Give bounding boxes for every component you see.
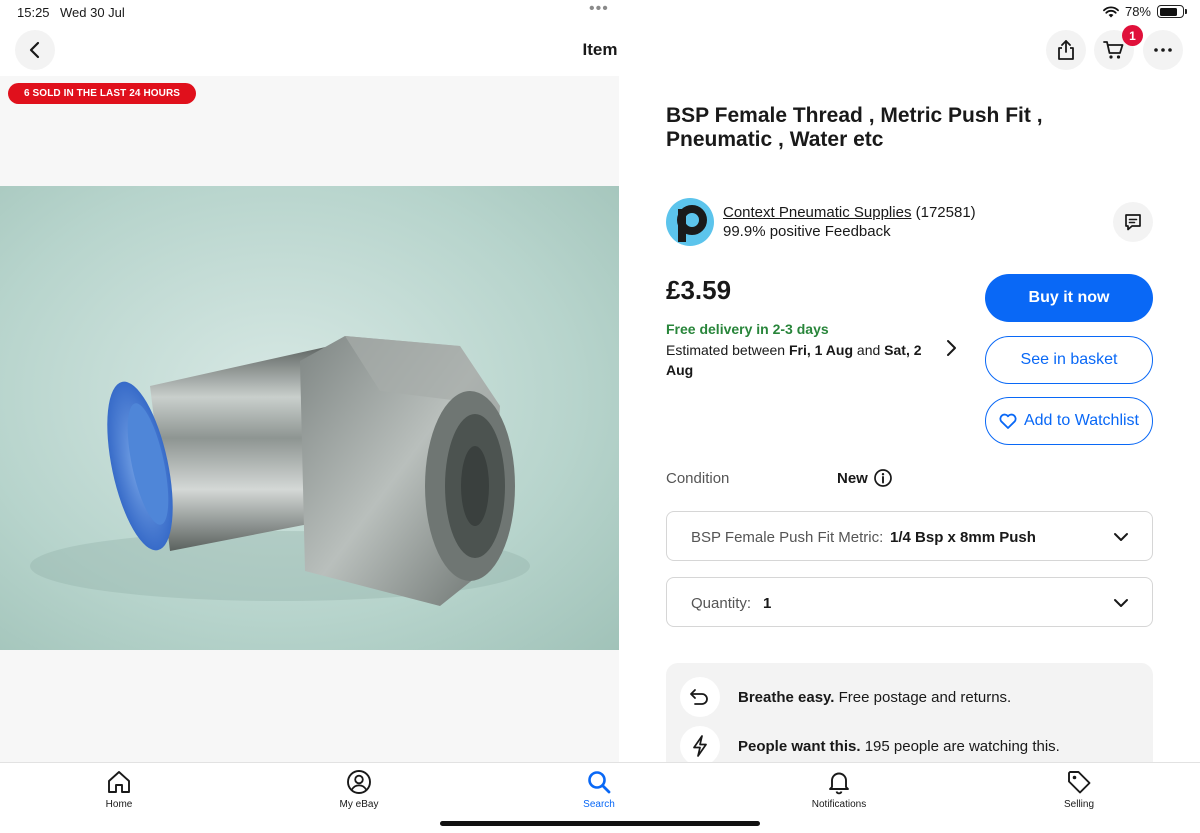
tab-label: Home xyxy=(105,799,133,810)
highlight-text: People want this. 195 people are watchin… xyxy=(738,738,1060,755)
seller-name-line: Context Pneumatic Supplies (172581) xyxy=(723,204,976,221)
chevron-down-icon xyxy=(1114,533,1128,541)
buy-it-now-button[interactable]: Buy it now xyxy=(985,274,1153,322)
highlight-text: Breathe easy. Free postage and returns. xyxy=(738,689,1011,706)
tab-label: Notifications xyxy=(811,799,867,810)
status-date: Wed 30 Jul xyxy=(60,5,125,20)
chevron-right-icon[interactable] xyxy=(944,338,958,358)
page-title: Item xyxy=(582,40,618,59)
more-icon xyxy=(1154,48,1172,52)
multitasking-dots-icon[interactable]: ••• xyxy=(589,0,609,18)
highlight-bold: People want this. xyxy=(738,737,861,755)
more-button[interactable] xyxy=(1143,30,1183,70)
item-details: BSP Female Thread , Metric Push Fit , Pn… xyxy=(620,76,1200,773)
see-in-basket-button[interactable]: See in basket xyxy=(985,336,1153,384)
contact-seller-button[interactable] xyxy=(1113,202,1153,242)
condition-label: Condition xyxy=(666,470,730,487)
seller-avatar[interactable] xyxy=(666,198,714,246)
tab-my-ebay[interactable]: My eBay xyxy=(299,769,419,810)
seller-rating-count: (172581) xyxy=(915,204,976,221)
share-icon xyxy=(1058,40,1074,60)
condition-value: New xyxy=(837,470,868,487)
return-arrow-icon xyxy=(680,677,720,717)
seller-feedback: 99.9% positive Feedback xyxy=(723,223,891,240)
variant-select[interactable]: BSP Female Push Fit Metric: 1/4 Bsp x 8m… xyxy=(666,511,1153,561)
variant-label: BSP Female Push Fit Metric: xyxy=(691,529,884,546)
item-price: £3.59 xyxy=(666,275,732,305)
tag-icon xyxy=(1068,771,1091,794)
delivery-prefix: Estimated between xyxy=(666,342,789,358)
highlight-bold: Breathe easy. xyxy=(738,688,835,706)
highlights-panel: Breathe easy. Free postage and returns. … xyxy=(666,663,1153,773)
user-icon xyxy=(347,770,371,794)
status-time: 15:25 xyxy=(17,5,50,20)
bell-icon xyxy=(829,772,849,795)
tab-notifications[interactable]: Notifications xyxy=(779,769,899,810)
highlight-row: Breathe easy. Free postage and returns. xyxy=(680,677,1011,717)
product-photo[interactable] xyxy=(0,186,619,650)
highlight-detail: Free postage and returns. xyxy=(834,688,1012,706)
search-icon xyxy=(588,771,611,794)
delivery-date-from: Fri, 1 Aug xyxy=(788,342,854,358)
status-right: 78% xyxy=(1103,4,1187,19)
tab-bar: Home My eBay Search Notifications Sellin… xyxy=(0,762,1200,833)
tab-label: My eBay xyxy=(339,799,379,810)
add-to-watchlist-button[interactable]: Add to Watchlist xyxy=(985,397,1153,445)
quantity-select[interactable]: Quantity: 1 xyxy=(666,577,1153,627)
share-button[interactable] xyxy=(1046,30,1086,70)
tab-home[interactable]: Home xyxy=(59,769,179,810)
quantity-label: Quantity: xyxy=(691,595,752,612)
cart-icon xyxy=(1103,41,1124,59)
delivery-estimate[interactable]: Estimated between Fri, 1 Aug and Sat, 2 … xyxy=(666,340,946,380)
battery-percent: 78% xyxy=(1124,4,1151,19)
free-delivery-text: Free delivery in 2-3 days xyxy=(666,321,829,337)
battery-icon xyxy=(1157,5,1187,18)
sold-badge: 6 SOLD IN THE LAST 24 HOURS xyxy=(8,83,197,104)
watchlist-label: Add to Watchlist xyxy=(1023,412,1139,429)
home-indicator[interactable] xyxy=(440,821,760,826)
cart-count-badge: 1 xyxy=(1122,25,1143,46)
delivery-middle: and xyxy=(853,342,885,358)
highlight-detail: 195 people are watching this. xyxy=(860,737,1060,755)
info-icon[interactable] xyxy=(873,468,893,488)
nav-header: Item xyxy=(0,24,1200,76)
highlight-row: People want this. 195 people are watchin… xyxy=(680,726,1060,766)
quantity-value: 1 xyxy=(763,595,772,612)
tab-search[interactable]: Search xyxy=(539,769,659,810)
image-gallery[interactable]: 6 SOLD IN THE LAST 24 HOURS xyxy=(0,76,619,762)
chevron-down-icon xyxy=(1114,599,1128,607)
tab-label: Selling xyxy=(1063,799,1095,810)
seller-name-link[interactable]: Context Pneumatic Supplies xyxy=(723,204,911,221)
message-icon xyxy=(1125,214,1141,231)
variant-value: 1/4 Bsp x 8mm Push xyxy=(890,529,1036,546)
wifi-icon xyxy=(1103,5,1119,17)
tab-selling[interactable]: Selling xyxy=(1019,769,1139,810)
lightning-icon xyxy=(680,726,720,766)
tab-label: Search xyxy=(583,799,615,810)
battery-fill xyxy=(1159,7,1177,16)
item-title: BSP Female Thread , Metric Push Fit , Pn… xyxy=(666,104,1043,151)
home-icon xyxy=(108,771,130,793)
heart-icon xyxy=(999,413,1017,429)
status-bar: 15:25 Wed 30 Jul ••• 78% xyxy=(0,0,1200,24)
